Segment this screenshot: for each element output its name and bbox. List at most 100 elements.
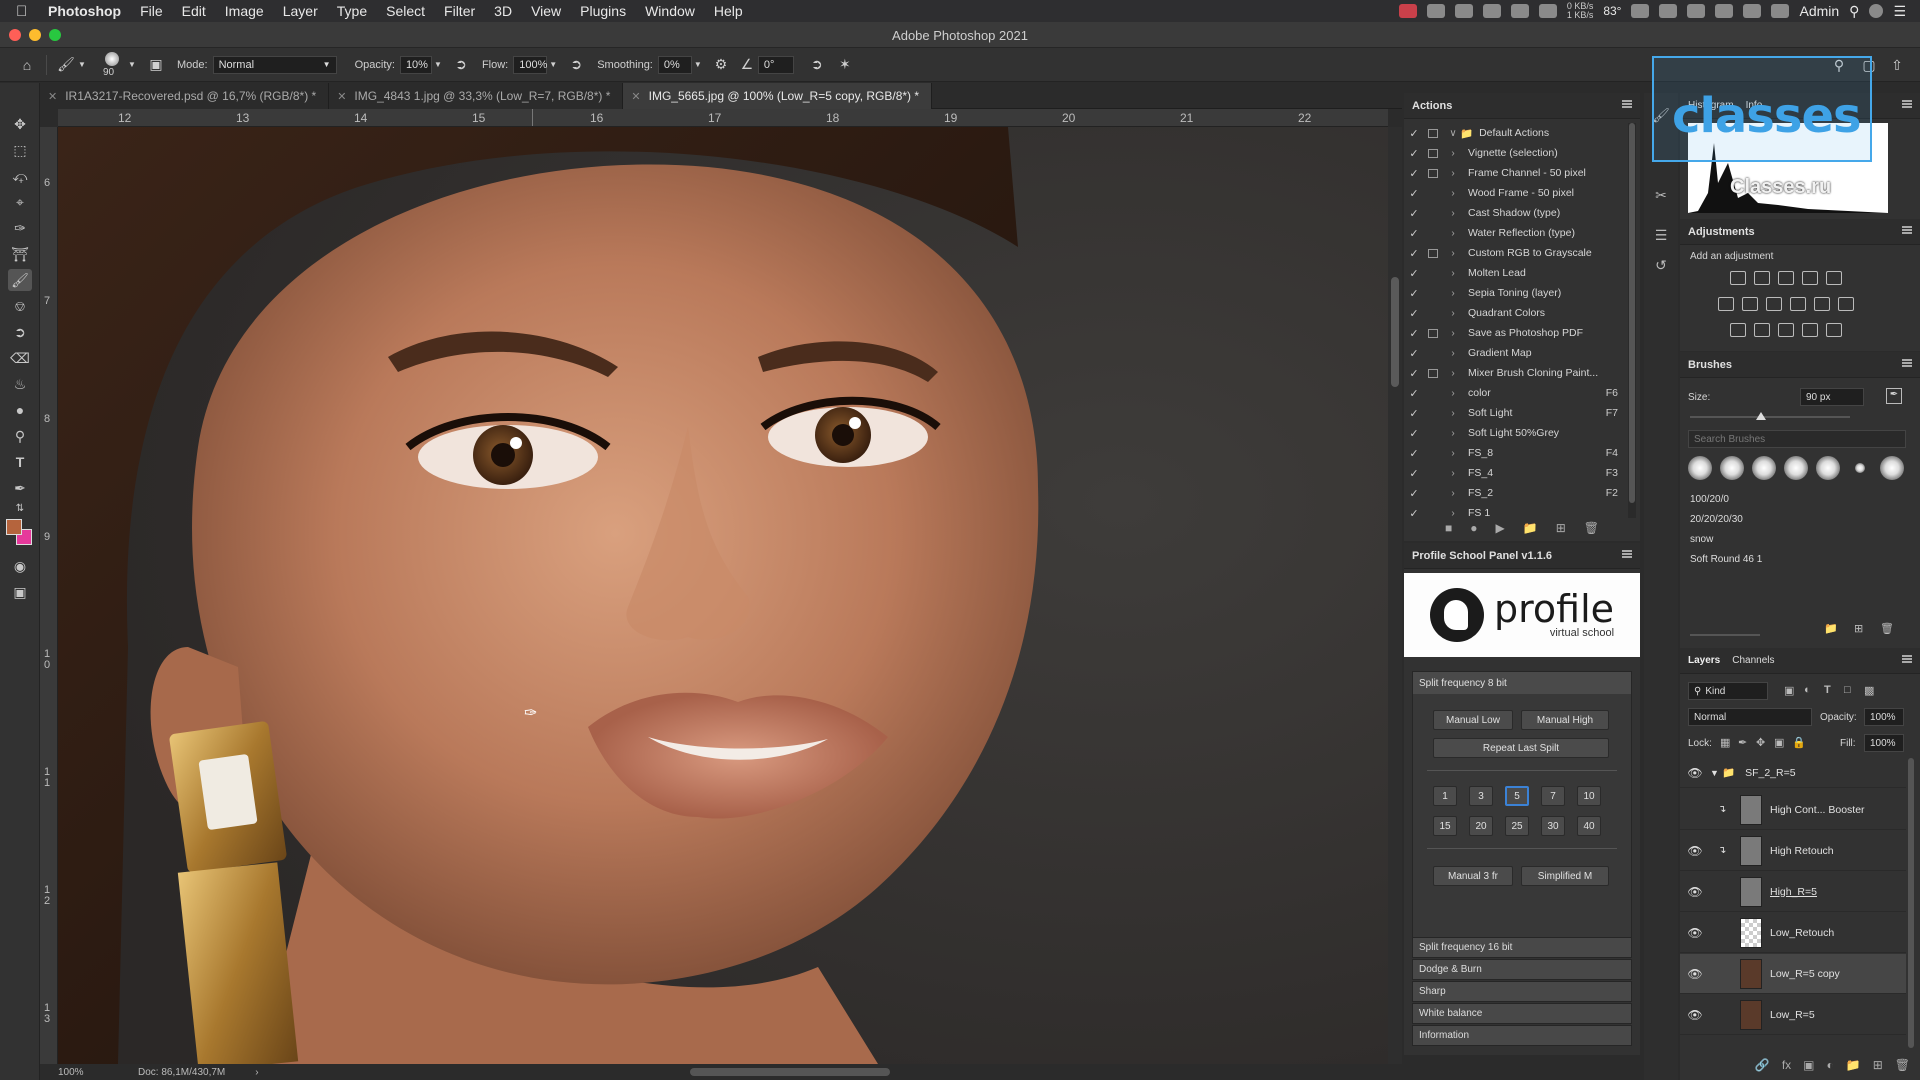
radius-button[interactable]: 10 xyxy=(1577,786,1601,806)
action-item[interactable]: ✓ › Water Reflection (type) xyxy=(1404,223,1626,243)
chevron-down-icon[interactable]: ▼ xyxy=(547,54,559,76)
layer-fill-input[interactable]: 100% xyxy=(1864,734,1904,752)
symmetry-icon[interactable]: ✶ xyxy=(834,54,856,76)
dialog-toggle-icon[interactable] xyxy=(1428,368,1438,378)
dialog-toggle-icon[interactable] xyxy=(1428,289,1438,298)
check-icon[interactable]: ✓ xyxy=(1404,227,1424,240)
dialog-toggle-icon[interactable] xyxy=(1428,449,1438,458)
action-item[interactable]: ✓ › Quadrant Colors xyxy=(1404,303,1626,323)
check-icon[interactable]: ✓ xyxy=(1404,327,1424,340)
selective-color-icon[interactable] xyxy=(1802,323,1818,337)
smoothing-input[interactable]: 0% xyxy=(657,55,692,74)
levels-icon[interactable] xyxy=(1754,271,1770,285)
panel-menu-icon[interactable] xyxy=(1902,359,1912,367)
dialog-toggle-icon[interactable] xyxy=(1428,248,1438,258)
chevron-right-icon[interactable]: › xyxy=(1446,488,1460,499)
split-8bit-header[interactable]: Split frequency 8 bit xyxy=(1413,672,1631,694)
chevron-right-icon[interactable]: › xyxy=(1446,328,1460,339)
new-group-icon[interactable]: 📁 xyxy=(1824,622,1838,635)
marquee-tool-icon[interactable]: ⬚ xyxy=(8,139,32,161)
clone-stamp-tool-icon[interactable]: ⎊ xyxy=(8,295,32,317)
radius-button[interactable]: 5 xyxy=(1505,786,1529,806)
panel-menu-icon[interactable] xyxy=(1902,100,1912,108)
brush-preset-thumb[interactable] xyxy=(1720,456,1744,480)
action-item[interactable]: ✓ ∨ 📁 Default Actions xyxy=(1404,123,1626,143)
screen-mode-icon[interactable]: ▣ xyxy=(8,581,32,603)
dialog-toggle-icon[interactable] xyxy=(1428,429,1438,438)
visibility-eye-icon[interactable]: 👁 xyxy=(1680,967,1710,981)
menu-view[interactable]: View xyxy=(531,3,561,19)
chevron-right-icon[interactable]: › xyxy=(1446,368,1460,379)
radius-button[interactable]: 15 xyxy=(1433,816,1457,836)
menu-select[interactable]: Select xyxy=(386,3,425,19)
dialog-toggle-icon[interactable] xyxy=(1428,409,1438,418)
brush-tool-icon[interactable]: 🖌 xyxy=(8,269,32,291)
brush-preset-item[interactable]: 100/20/0 xyxy=(1688,490,1908,508)
bluetooth-icon[interactable] xyxy=(1687,4,1706,18)
check-icon[interactable]: ✓ xyxy=(1404,187,1424,200)
menu-image[interactable]: Image xyxy=(225,3,264,19)
check-icon[interactable]: ✓ xyxy=(1404,207,1424,220)
mode-select[interactable]: Normal ▼ xyxy=(212,55,337,74)
action-item[interactable]: ✓ › Soft Light 50%Grey xyxy=(1404,423,1626,443)
brush-tool-preset-icon[interactable]: 🖌 xyxy=(55,54,77,76)
visibility-eye-icon[interactable]: 👁 xyxy=(1680,766,1710,780)
history-icon[interactable]: ↺ xyxy=(1651,255,1671,275)
layer-row[interactable]: 👁 Low_R=5 copy xyxy=(1680,954,1906,994)
grid-icon[interactable] xyxy=(1510,4,1529,18)
add-mask-icon[interactable]: ▣ xyxy=(1803,1058,1814,1080)
scroll-thumb[interactable] xyxy=(1629,123,1635,503)
chevron-down-icon[interactable]: ▼ xyxy=(692,54,704,76)
swap-colors-icon[interactable]: ⇅ xyxy=(8,501,32,515)
blur-tool-icon[interactable]: ● xyxy=(8,399,32,421)
information-section[interactable]: Information xyxy=(1412,1025,1632,1046)
filter-pixel-icon[interactable]: ▣ xyxy=(1784,684,1794,697)
lock-pixels-icon[interactable]: ✒ xyxy=(1738,736,1747,749)
chevron-right-icon[interactable]: › xyxy=(1446,248,1460,259)
menu-type[interactable]: Type xyxy=(337,3,367,19)
actions-title[interactable]: Actions xyxy=(1412,100,1452,112)
check-icon[interactable]: ✓ xyxy=(1404,247,1424,260)
check-icon[interactable]: ✓ xyxy=(1404,347,1424,360)
layer-row[interactable]: ↴ High Cont... Booster xyxy=(1680,790,1906,830)
foreground-color-swatch[interactable] xyxy=(6,519,22,535)
brush-preset-item[interactable]: snow xyxy=(1688,530,1908,548)
chevron-right-icon[interactable]: › xyxy=(1446,388,1460,399)
brush-preset-item[interactable]: 20/20/20/30 xyxy=(1688,510,1908,528)
radius-button[interactable]: 30 xyxy=(1541,816,1565,836)
panel-menu-icon[interactable] xyxy=(1622,100,1632,108)
chevron-down-icon[interactable]: ▼ xyxy=(127,54,137,76)
check-icon[interactable]: ✓ xyxy=(1404,367,1424,380)
action-item[interactable]: ✓ › Mixer Brush Cloning Paint... xyxy=(1404,363,1626,383)
check-icon[interactable]: ✓ xyxy=(1404,447,1424,460)
lock-all-icon[interactable]: 🔒 xyxy=(1792,736,1806,749)
spotlight-icon[interactable]: ⚲ xyxy=(1849,3,1859,20)
wifi-icon[interactable] xyxy=(1715,4,1734,18)
zoom-level[interactable]: 100% xyxy=(58,1067,128,1078)
chevron-right-icon[interactable]: › xyxy=(1446,228,1460,239)
radius-button[interactable]: 3 xyxy=(1469,786,1493,806)
tab-document-2[interactable]: ✕ IMG_4843 1.jpg @ 33,3% (Low_R=7, RGB/8*… xyxy=(329,83,624,109)
chevron-right-icon[interactable]: › xyxy=(1446,308,1460,319)
close-tab-icon[interactable]: ✕ xyxy=(631,90,640,103)
actions-scrollbar[interactable] xyxy=(1628,123,1636,518)
chevron-right-icon[interactable]: › xyxy=(1446,448,1460,459)
disk-icon[interactable] xyxy=(1454,4,1473,18)
photo-filter-icon[interactable] xyxy=(1790,297,1806,311)
battery-icon[interactable] xyxy=(1482,4,1501,18)
visibility-eye-icon[interactable]: 👁 xyxy=(1680,1008,1710,1022)
play-icon[interactable]: ▶ xyxy=(1496,521,1505,535)
home-icon[interactable]: ⌂ xyxy=(16,54,38,76)
action-item[interactable]: ✓ › Sepia Toning (layer) xyxy=(1404,283,1626,303)
color-balance-icon[interactable] xyxy=(1742,297,1758,311)
layer-group-row[interactable]: 👁 ▼ 📁 SF_2_R=5 xyxy=(1680,758,1906,788)
brightness-icon[interactable] xyxy=(1730,271,1746,285)
close-tab-icon[interactable]: ✕ xyxy=(337,90,346,103)
chevron-down-icon[interactable]: ∨ xyxy=(1446,128,1460,139)
profile-panel-title[interactable]: Profile School Panel v1.1.6 xyxy=(1412,550,1552,562)
curves-icon[interactable] xyxy=(1778,271,1794,285)
dialog-toggle-icon[interactable] xyxy=(1428,389,1438,398)
move-tool-icon[interactable]: ✥ xyxy=(8,113,32,135)
split-16bit-section[interactable]: Split frequency 16 bit xyxy=(1412,937,1632,958)
dialog-toggle-icon[interactable] xyxy=(1428,328,1438,338)
